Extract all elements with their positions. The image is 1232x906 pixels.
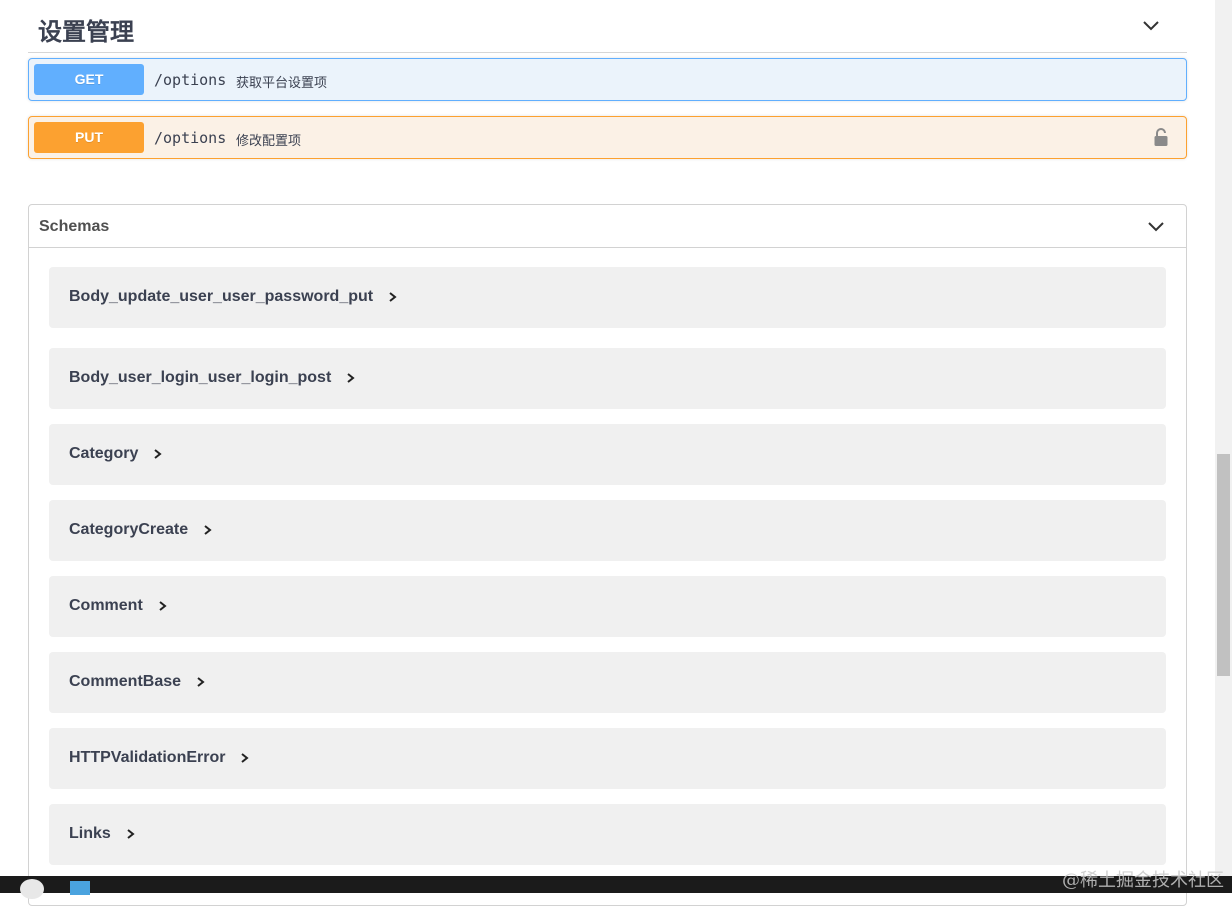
schema-item[interactable]: Body_user_login_user_login_post (49, 348, 1166, 409)
chevron-right-icon (347, 373, 355, 383)
operation-path: /options (154, 71, 227, 89)
chevron-right-icon (154, 449, 162, 459)
schema-name: CommentBase (69, 673, 182, 690)
operation-summary: 获取平台设置项 (236, 75, 328, 90)
chevron-right-icon (389, 292, 397, 302)
schemas-title: Schemas (39, 218, 110, 235)
schema-name: Body_user_login_user_login_post (69, 369, 332, 386)
chevron-right-icon (197, 677, 205, 687)
schema-item[interactable]: Links (49, 804, 1166, 865)
tag-title: 设置管理 (38, 19, 134, 46)
schemas-header[interactable]: Schemas (29, 205, 1186, 248)
method-badge-put: PUT (34, 122, 144, 153)
schema-item[interactable]: HTTPValidationError (49, 728, 1166, 789)
browser-icon[interactable] (20, 879, 44, 899)
chevron-right-icon (159, 601, 167, 611)
schema-item[interactable]: Comment (49, 576, 1166, 637)
schema-name: HTTPValidationError (69, 749, 226, 766)
schema-item[interactable]: Category (49, 424, 1166, 485)
operation-get-options[interactable]: GET /options 获取平台设置项 (28, 58, 1187, 101)
schema-item[interactable]: CategoryCreate (49, 500, 1166, 561)
schemas-section: Schemas Body_update_user_user_password_p… (28, 204, 1187, 906)
schema-name: Body_update_user_user_password_put (69, 288, 374, 305)
schema-name: CategoryCreate (69, 521, 189, 538)
schema-name: Category (69, 445, 139, 462)
schema-name: Comment (69, 597, 143, 614)
operation-put-options[interactable]: PUT /options 修改配置项 (28, 116, 1187, 159)
watermark: @稀土掘金技术社区 (1062, 870, 1224, 891)
schema-name: Links (69, 825, 111, 842)
operation-summary: 修改配置项 (236, 133, 302, 148)
operation-path: /options (154, 129, 227, 147)
scrollbar[interactable] (1215, 0, 1232, 876)
chevron-right-icon (204, 525, 212, 535)
lock-icon[interactable] (1153, 127, 1169, 147)
scrollbar-thumb[interactable] (1217, 454, 1230, 676)
schema-item[interactable]: Body_update_user_user_password_put (49, 267, 1166, 328)
chevron-down-icon[interactable] (1141, 16, 1161, 36)
tag-section-header[interactable]: 设置管理 (28, 0, 1187, 53)
schema-item[interactable]: CommentBase (49, 652, 1166, 713)
chevron-right-icon (241, 753, 250, 763)
chevron-right-icon (127, 829, 135, 839)
chevron-down-icon[interactable] (1146, 217, 1166, 237)
method-badge-get: GET (34, 64, 144, 95)
taskbar (0, 876, 1232, 899)
